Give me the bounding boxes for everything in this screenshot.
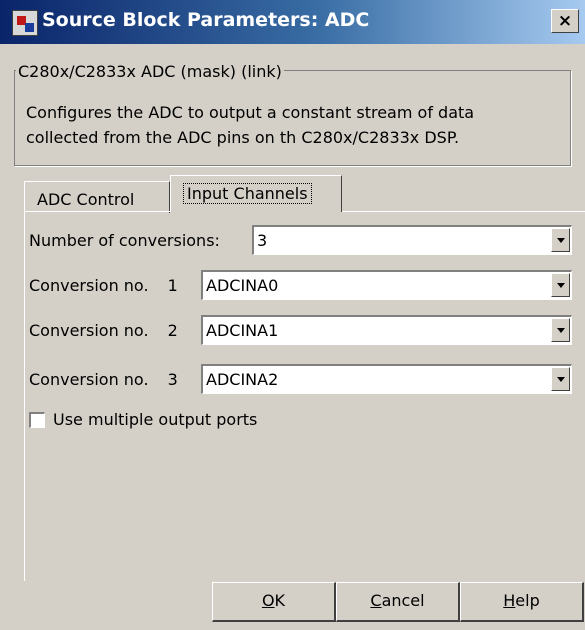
help-label-rest: elp [515, 591, 540, 610]
conversion-2-index: 2 [167, 321, 178, 340]
close-button[interactable]: × [551, 9, 579, 33]
description-line-1: Configures the ADC to output a constant … [26, 103, 475, 122]
description-line-2: collected from the ADC pins on th C280x/… [26, 128, 460, 147]
conversion-3-value: ADCINA2 [206, 370, 279, 389]
conversion-3-select[interactable]: ADCINA2 [201, 364, 572, 394]
cancel-mnemonic: C [370, 591, 382, 610]
mask-group-title: C280x/C2833x ADC (mask) (link) [16, 62, 284, 81]
cancel-button[interactable]: Cancel [336, 582, 460, 622]
input-channels-panel [24, 211, 585, 581]
cancel-label-rest: ancel [381, 591, 425, 610]
simulink-block-icon[interactable] [12, 10, 38, 36]
ok-label-rest: K [274, 591, 286, 610]
num-conversions-select[interactable]: 3 [252, 225, 572, 255]
num-conversions-value: 3 [257, 231, 268, 250]
conversion-2-select[interactable]: ADCINA1 [201, 315, 572, 345]
title-bar[interactable]: Source Block Parameters: ADC × [0, 0, 585, 44]
conversion-3-prefix: Conversion no. [29, 370, 149, 389]
chevron-down-icon[interactable] [551, 367, 570, 391]
tab-adc-control-label: ADC Control [37, 190, 135, 209]
help-mnemonic: H [503, 591, 516, 610]
num-conversions-label: Number of conversions: [29, 231, 220, 250]
conversion-2-value: ADCINA1 [206, 321, 279, 340]
tab-input-channels[interactable]: Input Channels [170, 175, 342, 212]
conversion-1-prefix: Conversion no. [29, 276, 149, 295]
help-button[interactable]: Help [460, 582, 584, 622]
ok-mnemonic: O [261, 591, 275, 610]
conversion-3-index: 3 [167, 370, 178, 389]
window-title: Source Block Parameters: ADC [42, 9, 370, 31]
conversion-3-label: Conversion no. 3 [29, 370, 178, 389]
conversion-1-index: 1 [167, 276, 178, 295]
ok-button[interactable]: OK [212, 582, 336, 622]
mask-description: Configures the ADC to output a constant … [26, 100, 566, 150]
conversion-1-select[interactable]: ADCINA0 [201, 270, 572, 300]
chevron-down-icon[interactable] [551, 273, 570, 297]
conversion-2-label: Conversion no. 2 [29, 321, 178, 340]
icon-block-blue [25, 23, 34, 32]
conversion-1-label: Conversion no. 1 [29, 276, 178, 295]
multiple-output-checkbox[interactable] [29, 412, 45, 428]
chevron-down-icon[interactable] [551, 228, 570, 252]
tab-adc-control[interactable]: ADC Control [24, 181, 170, 213]
tab-input-channels-label: Input Channels [183, 183, 312, 204]
conversion-2-prefix: Conversion no. [29, 321, 149, 340]
chevron-down-icon[interactable] [551, 318, 570, 342]
conversion-1-value: ADCINA0 [206, 276, 279, 295]
multiple-output-label[interactable]: Use multiple output ports [53, 410, 257, 429]
